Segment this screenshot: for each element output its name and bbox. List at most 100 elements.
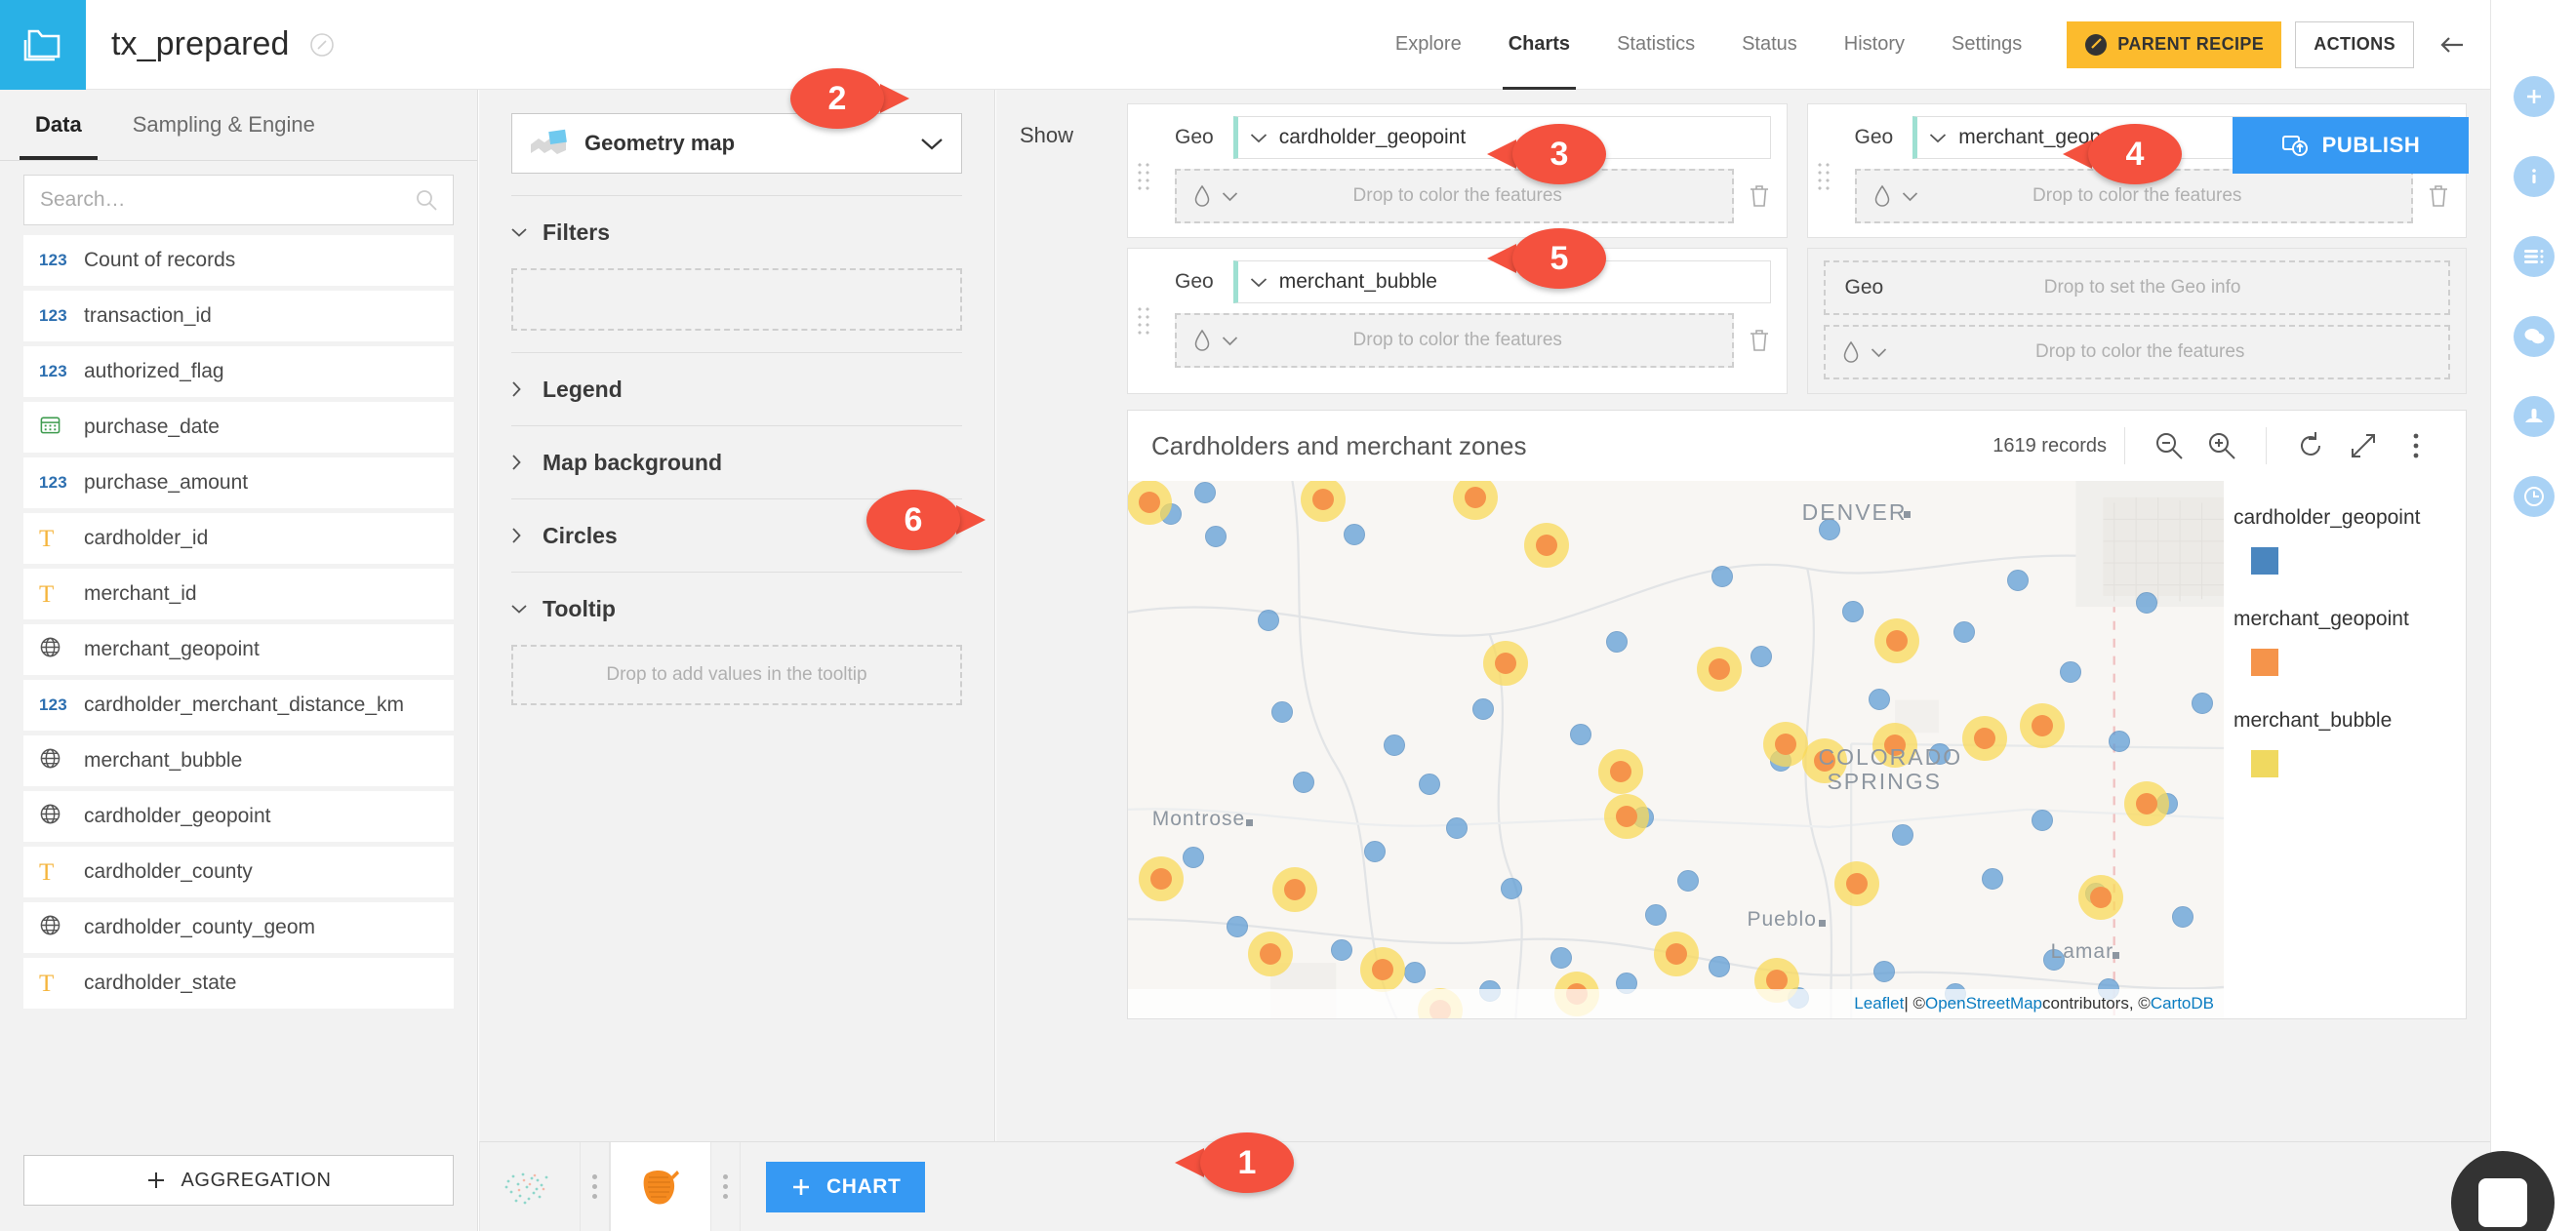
map-point-marker[interactable]	[1383, 735, 1405, 757]
add-aggregation-button[interactable]: AGGREGATION	[23, 1155, 454, 1206]
color-dropzone[interactable]: Drop to color the features	[1175, 169, 1734, 223]
history-icon[interactable]	[2513, 476, 2555, 517]
color-dropzone[interactable]: Drop to color the features	[1823, 325, 2450, 379]
map-point-marker[interactable]	[1204, 525, 1227, 547]
map-bubble-marker[interactable]	[1271, 866, 1317, 912]
section-legend-header[interactable]: Legend	[511, 353, 962, 425]
map-point-marker[interactable]	[2059, 660, 2081, 683]
field-row[interactable]: merchant_bubble	[23, 735, 454, 786]
geo-card-1[interactable]: Geo cardholder_geopoint Drop to color the …	[1127, 103, 1788, 238]
geo-info-dropzone[interactable]: Geo Drop to set the Geo info	[1823, 260, 2450, 315]
drag-handle-icon[interactable]	[1815, 161, 1833, 190]
delete-icon[interactable]	[1748, 328, 1771, 353]
sidebar-tab-data[interactable]: Data	[10, 90, 107, 160]
map-point-marker[interactable]	[1569, 724, 1591, 746]
map-point-marker[interactable]	[1550, 947, 1572, 970]
map-bubble-marker[interactable]	[1762, 721, 1808, 767]
map-point-marker[interactable]	[2191, 692, 2213, 714]
info-icon[interactable]	[2513, 156, 2555, 197]
map-point-marker[interactable]	[1193, 482, 1216, 504]
publish-button[interactable]: PUBLISH	[2233, 117, 2469, 174]
field-row[interactable]: 123 transaction_id	[23, 291, 454, 341]
field-row[interactable]: cardholder_county_geom	[23, 902, 454, 953]
geo-card-3[interactable]: Geo merchant_bubble Drop to color the feat…	[1127, 248, 1788, 394]
map-bubble-marker[interactable]	[1697, 646, 1743, 692]
add-chart-button[interactable]: CHART	[766, 1161, 925, 1212]
field-row[interactable]: Tcardholder_county	[23, 847, 454, 897]
map-point-marker[interactable]	[1605, 630, 1628, 653]
attribution-cartodb-link[interactable]: CartoDB	[2151, 994, 2214, 1013]
map-point-marker[interactable]	[2031, 810, 2053, 832]
drag-handle-icon[interactable]	[1136, 305, 1153, 335]
back-arrow-icon[interactable]	[2435, 28, 2469, 61]
map-bubble-marker[interactable]	[1247, 931, 1293, 976]
map-bubble-marker[interactable]	[2078, 875, 2124, 921]
map-bubble-marker[interactable]	[2019, 702, 2065, 748]
tab-explore[interactable]: Explore	[1372, 0, 1485, 90]
filters-dropzone[interactable]	[511, 268, 962, 331]
drag-handle-icon[interactable]	[1136, 161, 1153, 190]
map-point-marker[interactable]	[1418, 773, 1440, 795]
chart-thumbnail-map[interactable]	[610, 1141, 711, 1231]
field-row[interactable]: 123 authorized_flag	[23, 346, 454, 397]
thumbnail-menu-icon-1[interactable]	[581, 1141, 610, 1231]
field-row[interactable]: 123 Count of records	[23, 235, 454, 286]
search-input[interactable]	[40, 188, 416, 212]
map-point-marker[interactable]	[1891, 824, 1913, 847]
sidebar-tab-sampling-engine[interactable]: Sampling & Engine	[107, 90, 341, 160]
map-bubble-marker[interactable]	[1833, 861, 1879, 907]
tab-history[interactable]: History	[1821, 0, 1928, 90]
map-point-marker[interactable]	[1445, 816, 1468, 839]
section-circles-header[interactable]: Circles	[511, 499, 962, 572]
parent-recipe-button[interactable]: PARENT RECIPE	[2067, 20, 2282, 68]
search-box[interactable]	[23, 175, 454, 225]
color-dropzone[interactable]: Drop to color the features	[1854, 169, 2413, 223]
zoom-out-icon[interactable]	[2153, 429, 2186, 462]
map-bubble-marker[interactable]	[1598, 748, 1644, 794]
field-row[interactable]: purchase_date	[23, 402, 454, 453]
section-map-background-header[interactable]: Map background	[511, 426, 962, 498]
field-row[interactable]: Tcardholder_id	[23, 513, 454, 564]
color-dropzone[interactable]: Drop to color the features	[1175, 313, 1734, 368]
geo-field-select[interactable]: cardholder_geopoint	[1232, 116, 1771, 159]
map-point-marker[interactable]	[2136, 591, 2158, 614]
field-row[interactable]: Tcardholder_state	[23, 958, 454, 1009]
delete-icon[interactable]	[2427, 183, 2450, 209]
field-row[interactable]: Tmerchant_id	[23, 569, 454, 619]
refresh-icon[interactable]	[2294, 429, 2327, 462]
field-row[interactable]: 123 cardholder_merchant_distance_km	[23, 680, 454, 731]
geo-field-select[interactable]: merchant_bubble	[1232, 260, 1771, 303]
tab-status[interactable]: Status	[1718, 0, 1821, 90]
details-icon[interactable]	[2513, 236, 2555, 277]
map-point-marker[interactable]	[1711, 566, 1733, 588]
attribution-osm-link[interactable]: OpenStreetMap	[1925, 994, 2042, 1013]
map-bubble-marker[interactable]	[2124, 780, 2170, 826]
map-point-marker[interactable]	[2109, 730, 2131, 752]
add-icon[interactable]	[2513, 76, 2555, 117]
delete-icon[interactable]	[1748, 183, 1771, 209]
map-bubble-marker[interactable]	[1138, 855, 1184, 901]
map-point-marker[interactable]	[1471, 697, 1494, 720]
map-point-marker[interactable]	[1257, 610, 1279, 632]
map-bubble-marker[interactable]	[1523, 523, 1569, 569]
map-bubble-marker[interactable]	[1653, 931, 1699, 976]
lab-icon[interactable]	[2513, 396, 2555, 437]
expand-icon[interactable]	[2347, 429, 2380, 462]
field-row[interactable]: 123 purchase_amount	[23, 457, 454, 508]
tab-charts[interactable]: Charts	[1485, 0, 1593, 90]
geo-card-4[interactable]: Geo Drop to set the Geo info Drop to color…	[1806, 248, 2467, 394]
map-point-marker[interactable]	[1363, 841, 1386, 863]
map-point-marker[interactable]	[1330, 939, 1352, 962]
field-row[interactable]: cardholder_geopoint	[23, 791, 454, 842]
discussions-icon[interactable]	[2513, 316, 2555, 357]
tab-statistics[interactable]: Statistics	[1593, 0, 1718, 90]
thumbnail-menu-icon-2[interactable]	[711, 1141, 741, 1231]
tooltip-dropzone[interactable]: Drop to add values in the tooltip	[511, 645, 962, 705]
actions-button[interactable]: ACTIONS	[2295, 20, 2414, 68]
map-point-marker[interactable]	[1872, 960, 1895, 982]
map-point-marker[interactable]	[1183, 846, 1205, 868]
chart-thumbnail-scatter[interactable]	[479, 1141, 581, 1231]
field-row[interactable]: merchant_geopoint	[23, 624, 454, 675]
tab-settings[interactable]: Settings	[1928, 0, 2045, 90]
map-point-marker[interactable]	[1292, 771, 1314, 793]
